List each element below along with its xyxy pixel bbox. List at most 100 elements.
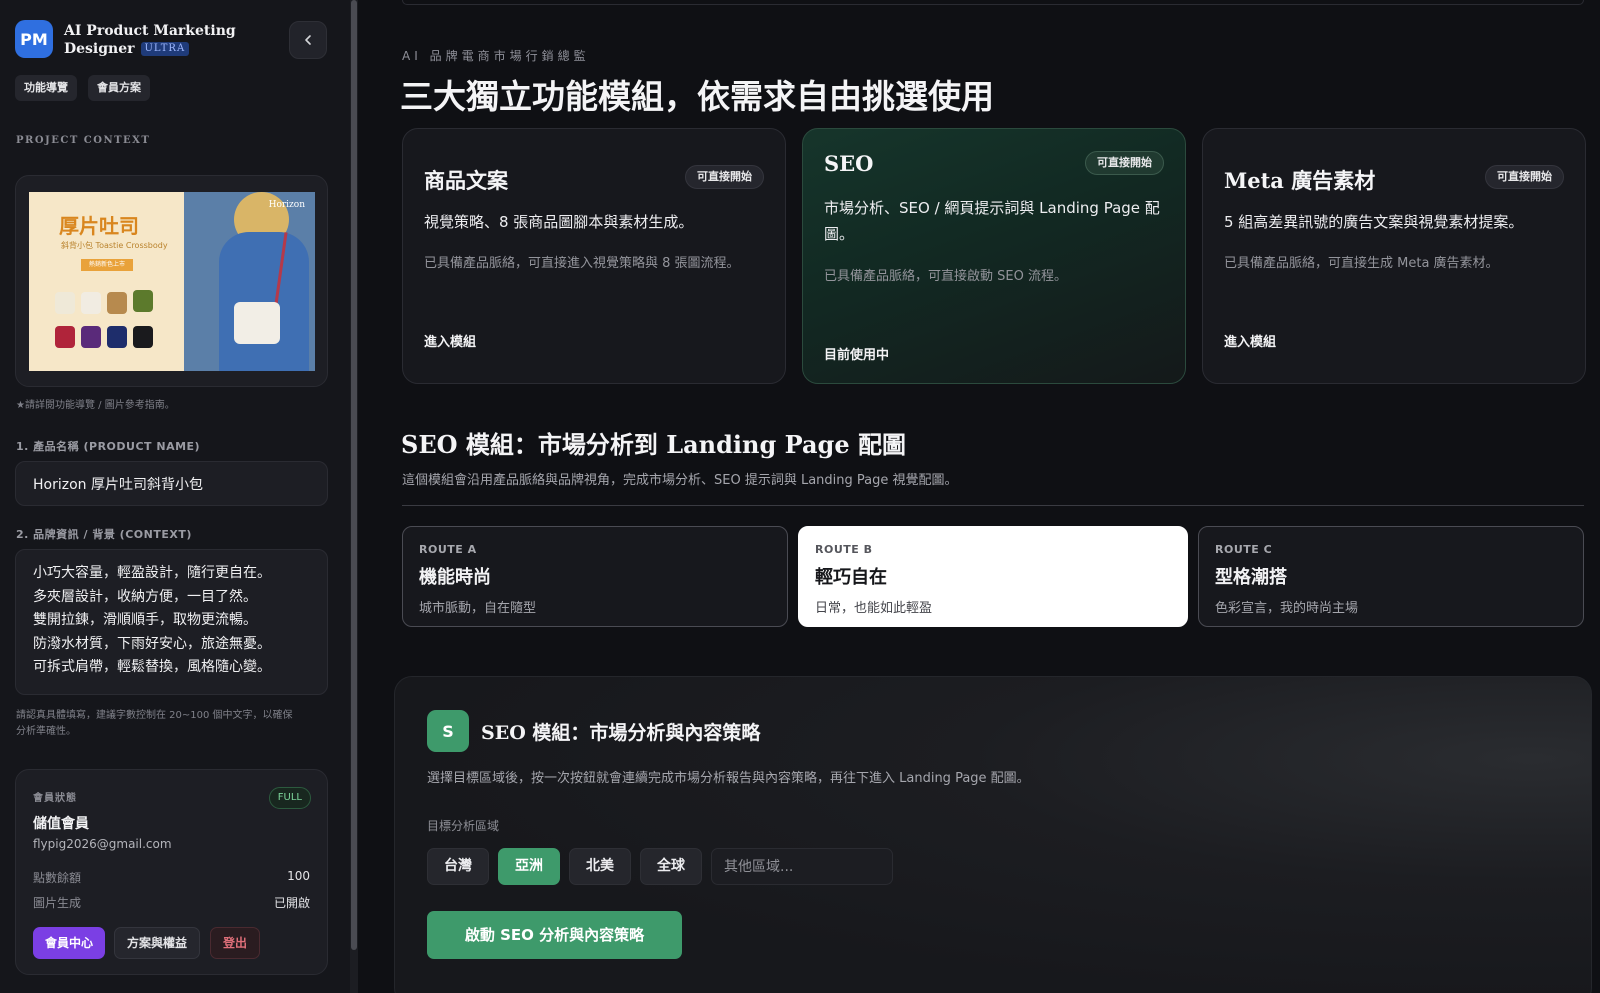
eyebrow: AI 品牌電商市場行銷總監 (402, 49, 590, 63)
image-gen-label: 圖片生成 (33, 896, 82, 910)
member-status-card: 會員狀態 FULL 儲值會員 flypig2026@gmail.com 點數餘額… (15, 769, 328, 975)
points-value: 100 (287, 869, 310, 883)
plan-badge: FULL (268, 787, 311, 809)
sidebar-scrollbar[interactable] (350, 0, 358, 993)
route-card-b[interactable]: ROUTE B 輕巧自在 日常，也能如此輕盈 (798, 526, 1188, 627)
nav-chip-membership-plans[interactable]: 會員方案 (88, 75, 150, 101)
swatch-bag-white (81, 292, 101, 314)
module-ready-badge: 可直接開始 (1085, 151, 1164, 175)
module-card-product-copy[interactable]: 商品文案 可直接開始 視覺策略、8 張商品圖腳本與素材生成。 已具備產品脈絡，可… (402, 128, 786, 384)
swatch-bag-black (133, 326, 153, 348)
module-title: SEO (824, 151, 874, 176)
product-image-bag (234, 302, 280, 344)
route-card-a[interactable]: ROUTE A 機能時尚 城市脈動，自在隨型 (402, 526, 788, 627)
logout-button[interactable]: 登出 (210, 927, 261, 959)
swatch-bag-navy (107, 326, 127, 348)
context-line: 防潑水材質，下雨好安心，旅途無憂。 (33, 635, 271, 652)
module-card-meta-ads[interactable]: Meta 廣告素材 可直接開始 5 組高差異訊號的廣告文案與視覺素材提案。 已具… (1202, 128, 1586, 384)
seo-section-subtitle: 這個模組會沿用產品脈絡與品牌視角，完成市場分析、SEO 提示詞與 Landing… (402, 473, 958, 488)
enter-module-link[interactable]: 進入模組 (424, 331, 476, 350)
app-logo: PM (15, 20, 53, 58)
context-line: 可拆式肩帶，輕鬆替換，風格隨心變。 (33, 659, 271, 675)
app-title: AI Product Marketing Designer ULTRA (64, 22, 254, 58)
route-subtitle: 色彩宣言，我的時尚主場 (1215, 601, 1359, 616)
points-label: 點數餘額 (33, 871, 82, 885)
route-title: 輕巧自在 (815, 567, 887, 588)
chevron-left-icon (305, 35, 311, 45)
other-region-input[interactable] (711, 848, 893, 885)
context-textarea[interactable]: 小巧大容量，輕盈設計，隨行更自在。 多夾層設計，收納方便，一目了然。 雙開拉鍊，… (15, 549, 328, 695)
product-image: 厚片吐司 斜背小包 Toastie Crossbody 熱銷新色上市 Horiz… (29, 192, 315, 371)
context-label: 2. 品牌資訊 / 背景 (CONTEXT) (16, 528, 192, 541)
module-title: 商品文案 (424, 168, 508, 193)
plans-benefits-button[interactable]: 方案與權益 (114, 927, 201, 959)
region-option-asia[interactable]: 亞洲 (498, 848, 560, 885)
member-status-label: 會員狀態 (33, 793, 77, 804)
previous-section-edge (402, 0, 1584, 5)
seo-analysis-panel: S SEO 模組：市場分析與內容策略 選擇目標區域後，按一次按鈕就會連續完成市場… (394, 676, 1592, 993)
member-email: flypig2026@gmail.com (33, 837, 172, 851)
module-note: 已具備產品脈絡，可直接啟動 SEO 流程。 (824, 269, 1067, 284)
route-title: 機能時尚 (419, 567, 491, 588)
module-note: 已具備產品脈絡，可直接進入視覺策略與 8 張圖流程。 (424, 256, 740, 271)
context-line: 雙開拉鍊，滑順順手，取物更流暢。 (33, 612, 257, 628)
member-tier: 儲值會員 (33, 816, 89, 832)
module-ready-badge: 可直接開始 (685, 165, 764, 189)
region-option-taiwan[interactable]: 台灣 (427, 848, 489, 885)
product-image-brand: Horizon (268, 200, 305, 210)
current-module-indicator: 目前使用中 (824, 348, 890, 363)
context-hint-line: 請認真具體填寫，建議字數控制在 20~100 個中文字，以確保 (16, 710, 293, 721)
route-card-c[interactable]: ROUTE C 型格潮搭 色彩宣言，我的時尚主場 (1198, 526, 1584, 627)
route-key: ROUTE C (1215, 543, 1273, 556)
project-context-label: PROJECT CONTEXT (16, 135, 151, 146)
route-title: 型格潮搭 (1215, 567, 1287, 588)
seo-panel-title: SEO 模組：市場分析與內容策略 (481, 722, 761, 744)
context-line: 小巧大容量，輕盈設計，隨行更自在。 (33, 565, 271, 581)
module-ready-badge: 可直接開始 (1485, 165, 1564, 189)
region-option-north-america[interactable]: 北美 (569, 848, 631, 885)
seo-panel-desc: 選擇目標區域後，按一次按鈕就會連續完成市場分析報告與內容策略，再往下進入 Lan… (427, 771, 1030, 786)
tier-badge: ULTRA (140, 42, 190, 56)
swatch-bag-purple (81, 326, 101, 348)
route-subtitle: 日常，也能如此輕盈 (815, 601, 933, 616)
member-center-button[interactable]: 會員中心 (33, 927, 106, 959)
route-key: ROUTE B (815, 543, 873, 556)
app-title-line2: Designer (64, 41, 135, 57)
section-divider (402, 505, 1584, 506)
product-image-subline: 斜背小包 Toastie Crossbody (61, 241, 168, 250)
app-title-line1: AI Product Marketing (64, 23, 236, 39)
image-guide-note: ★請詳閱功能導覽 / 圖片參考指南。 (16, 400, 175, 411)
region-label: 目標分析區域 (427, 819, 500, 833)
module-desc: 5 組高差異訊號的廣告文案與視覺素材提案。 (1224, 213, 1524, 231)
context-line: 多夾層設計，收納方便，一目了然。 (33, 588, 257, 605)
swatch-bag-red (55, 326, 75, 348)
context-hint: 請認真具體填寫，建議字數控制在 20~100 個中文字，以確保 分析準確性。 (16, 708, 332, 740)
context-hint-line: 分析準確性。 (16, 726, 76, 737)
page-title: 三大獨立功能模組，依需求自由挑選使用 (400, 77, 994, 116)
collapse-sidebar-button[interactable] (289, 21, 327, 59)
region-option-global[interactable]: 全球 (640, 848, 702, 885)
route-key: ROUTE A (419, 543, 477, 556)
product-name-input[interactable]: Horizon 厚片吐司斜背小包 (15, 461, 328, 506)
module-title: Meta 廣告素材 (1224, 168, 1376, 193)
module-desc: 視覺策略、8 張商品圖腳本與素材生成。 (424, 213, 694, 231)
route-subtitle: 城市脈動，自在隨型 (419, 601, 537, 616)
enter-module-link[interactable]: 進入模組 (1224, 331, 1276, 350)
swatch-bag-olive (133, 290, 153, 312)
product-image-headline: 厚片吐司 (59, 214, 139, 238)
start-seo-analysis-button[interactable]: 啟動 SEO 分析與內容策略 (427, 911, 682, 959)
image-gen-value: 已開啟 (273, 896, 310, 910)
nav-chip-feature-guide[interactable]: 功能導覽 (15, 75, 77, 101)
swatch-bag-cream (55, 292, 75, 314)
seo-module-badge: S (427, 710, 469, 752)
product-image-tag: 熱銷新色上市 (81, 259, 133, 271)
module-desc: 市場分析、SEO / 網頁提示詞與 Landing Page 配圖。 (824, 199, 1160, 243)
product-name-label: 1. 產品名稱 (PRODUCT NAME) (16, 440, 201, 453)
seo-section-title: SEO 模組：市場分析到 Landing Page 配圖 (401, 430, 906, 459)
sidebar: PM AI Product Marketing Designer ULTRA 功能… (0, 0, 352, 993)
swatch-bag-tan (107, 292, 127, 314)
module-note: 已具備產品脈絡，可直接生成 Meta 廣告素材。 (1224, 256, 1499, 271)
module-card-seo[interactable]: SEO 可直接開始 市場分析、SEO / 網頁提示詞與 Landing Page… (802, 128, 1186, 384)
product-image-card[interactable]: 厚片吐司 斜背小包 Toastie Crossbody 熱銷新色上市 Horiz… (15, 175, 328, 387)
sidebar-scrollbar-thumb[interactable] (351, 0, 357, 950)
